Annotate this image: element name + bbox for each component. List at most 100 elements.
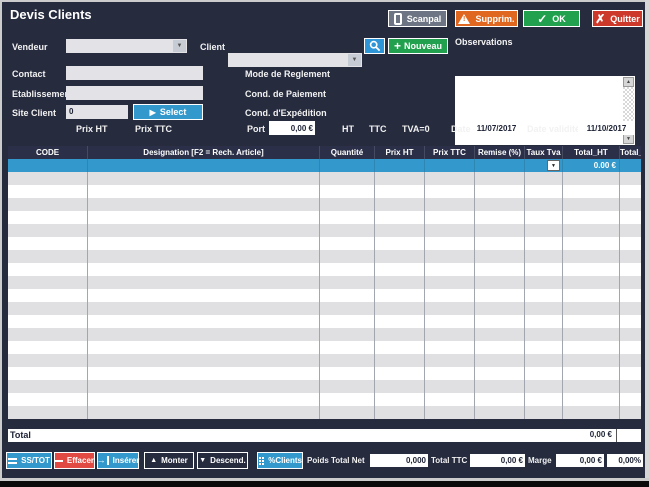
contact-field[interactable]: [66, 66, 203, 80]
table-cell[interactable]: [563, 263, 620, 276]
table-cell[interactable]: [375, 341, 425, 354]
select-button[interactable]: ▶ Select: [133, 104, 203, 120]
table-cell[interactable]: [320, 289, 375, 302]
table-cell[interactable]: [88, 198, 320, 211]
table-cell[interactable]: ▼: [525, 159, 563, 172]
table-cell[interactable]: [8, 302, 88, 315]
table-cell[interactable]: [425, 263, 475, 276]
table-row[interactable]: [8, 393, 641, 406]
etablissement-field[interactable]: [66, 86, 203, 100]
taux-tva-dropdown[interactable]: ▼: [547, 160, 560, 171]
table-cell[interactable]: [88, 328, 320, 341]
table-cell[interactable]: [375, 328, 425, 341]
table-row[interactable]: [8, 185, 641, 198]
table-cell[interactable]: [563, 185, 620, 198]
quitter-button[interactable]: ✗ Quitter: [592, 10, 643, 27]
date-validite-field[interactable]: 11/10/2017: [578, 121, 635, 135]
table-cell[interactable]: [88, 367, 320, 380]
table-cell[interactable]: [425, 328, 475, 341]
ok-button[interactable]: ✓ OK: [523, 10, 580, 27]
table-row[interactable]: [8, 341, 641, 354]
table-cell[interactable]: [475, 328, 525, 341]
table-row[interactable]: [8, 367, 641, 380]
table-cell[interactable]: [375, 250, 425, 263]
table-cell[interactable]: [525, 250, 563, 263]
table-cell[interactable]: [563, 393, 620, 406]
table-cell[interactable]: [620, 393, 641, 406]
table-cell[interactable]: [8, 198, 88, 211]
date-field[interactable]: 11/07/2017: [475, 121, 518, 135]
table-cell[interactable]: [375, 367, 425, 380]
table-cell[interactable]: [375, 380, 425, 393]
table-cell[interactable]: [620, 172, 641, 185]
chevron-down-icon[interactable]: ▼: [348, 54, 361, 66]
table-cell[interactable]: [525, 172, 563, 185]
table-cell[interactable]: [320, 341, 375, 354]
table-row[interactable]: [8, 380, 641, 393]
table-cell[interactable]: [620, 302, 641, 315]
table-cell[interactable]: [620, 159, 641, 172]
table-cell[interactable]: [320, 237, 375, 250]
scanpal-button[interactable]: Scanpal: [388, 10, 447, 27]
site-client-field[interactable]: 0: [66, 105, 128, 119]
table-cell[interactable]: [320, 354, 375, 367]
table-cell[interactable]: [425, 380, 475, 393]
table-cell[interactable]: [8, 367, 88, 380]
table-cell[interactable]: [88, 263, 320, 276]
table-cell[interactable]: [620, 224, 641, 237]
table-cell[interactable]: [425, 341, 475, 354]
table-cell[interactable]: [375, 211, 425, 224]
table-row[interactable]: [8, 328, 641, 341]
table-cell[interactable]: [525, 367, 563, 380]
table-cell[interactable]: [320, 302, 375, 315]
table-cell[interactable]: [375, 172, 425, 185]
table-cell[interactable]: [375, 276, 425, 289]
table-cell[interactable]: [375, 393, 425, 406]
table-cell[interactable]: [563, 198, 620, 211]
table-cell[interactable]: [375, 263, 425, 276]
table-cell[interactable]: [475, 367, 525, 380]
table-cell[interactable]: [425, 302, 475, 315]
table-cell[interactable]: [425, 354, 475, 367]
table-cell[interactable]: [88, 354, 320, 367]
table-cell[interactable]: [425, 250, 475, 263]
table-cell[interactable]: [425, 198, 475, 211]
table-row[interactable]: [8, 276, 641, 289]
table-cell[interactable]: [475, 159, 525, 172]
inserer-button[interactable]: → Insérer: [97, 452, 139, 469]
table-cell[interactable]: [88, 159, 320, 172]
table-cell[interactable]: [88, 380, 320, 393]
table-cell[interactable]: [88, 393, 320, 406]
table-cell[interactable]: [375, 237, 425, 250]
table-cell[interactable]: [425, 367, 475, 380]
table-cell[interactable]: [425, 276, 475, 289]
table-cell[interactable]: [320, 328, 375, 341]
table-cell[interactable]: [88, 276, 320, 289]
table-cell[interactable]: [8, 211, 88, 224]
table-cell[interactable]: [88, 172, 320, 185]
table-row[interactable]: [8, 289, 641, 302]
table-cell[interactable]: [425, 237, 475, 250]
client-select[interactable]: ▼: [228, 53, 362, 67]
table-cell[interactable]: [620, 263, 641, 276]
table-cell[interactable]: [525, 328, 563, 341]
table-row[interactable]: [8, 302, 641, 315]
table-cell[interactable]: [8, 406, 88, 419]
table-cell[interactable]: [525, 263, 563, 276]
table-cell[interactable]: [620, 354, 641, 367]
table-cell[interactable]: [425, 289, 475, 302]
table-cell[interactable]: [8, 263, 88, 276]
table-cell[interactable]: [375, 185, 425, 198]
table-cell[interactable]: [425, 159, 475, 172]
table-cell[interactable]: [8, 341, 88, 354]
total-ht-cell[interactable]: 0.00 €: [563, 159, 620, 172]
table-cell[interactable]: [8, 237, 88, 250]
table-row[interactable]: [8, 315, 641, 328]
table-cell[interactable]: [525, 289, 563, 302]
table-cell[interactable]: [525, 380, 563, 393]
chevron-down-icon[interactable]: ▼: [173, 40, 186, 52]
table-cell[interactable]: [475, 406, 525, 419]
table-cell[interactable]: [563, 211, 620, 224]
table-cell[interactable]: [320, 367, 375, 380]
table-cell[interactable]: [475, 224, 525, 237]
